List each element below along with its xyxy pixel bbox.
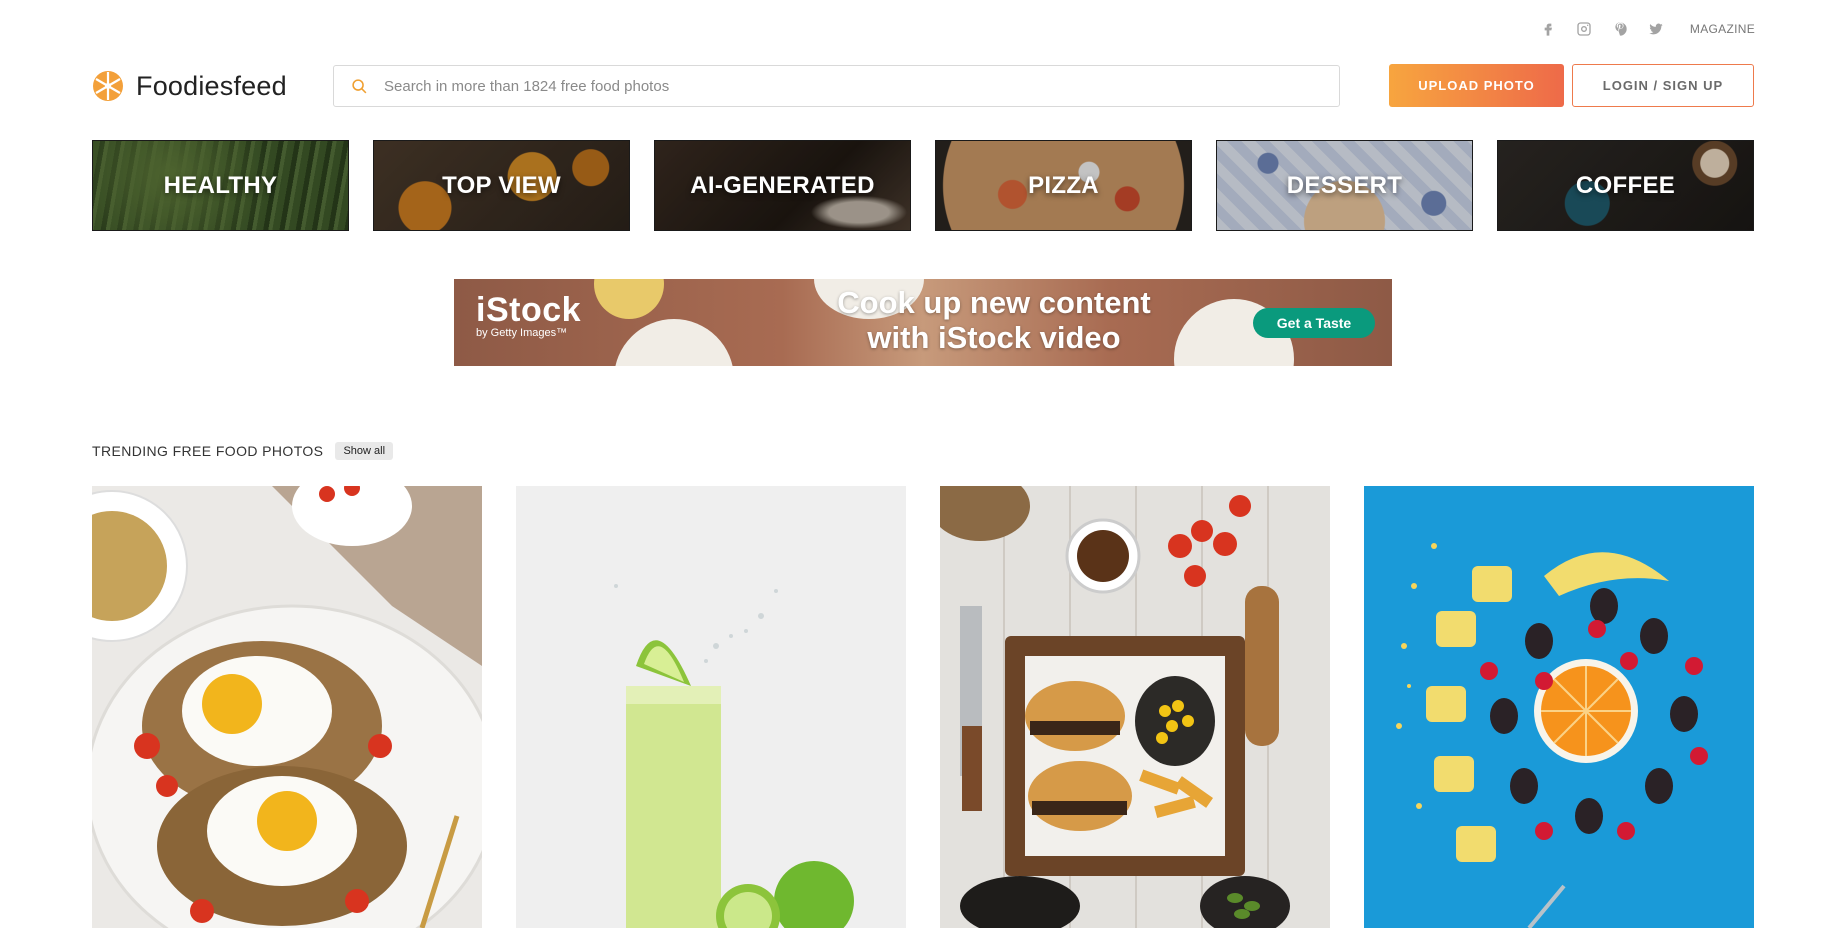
istock-logo: iStock by Getty Images™ [476,293,581,339]
category-label: HEALTHY [163,171,278,199]
photo-eggs-toast-image [92,486,482,928]
category-label: DESSERT [1286,171,1403,199]
search-icon[interactable] [334,66,384,106]
istock-logo-text: iStock [476,291,582,329]
category-pizza[interactable]: PIZZA [935,140,1192,231]
category-dessert[interactable]: DESSERT [1216,140,1473,231]
category-tiles: HEALTHY TOP VIEW AI-GENERATED PIZZA DESS… [92,140,1754,231]
trending-title: TRENDING FREE FOOD PHOTOS [92,443,324,459]
category-healthy[interactable]: HEALTHY [92,140,349,231]
photo-burger-board[interactable] [940,486,1330,928]
istock-ad-banner[interactable]: iStock by Getty Images™ Cook up new cont… [454,279,1392,366]
banner-plate-image [594,279,664,319]
category-label: TOP VIEW [442,171,561,199]
show-all-button[interactable]: Show all [335,442,394,460]
trending-header: TRENDING FREE FOOD PHOTOS Show all [92,442,394,460]
upload-photo-button[interactable]: UPLOAD PHOTO [1389,64,1564,107]
photo-green-juice-image [516,486,906,928]
instagram-icon[interactable] [1574,19,1594,39]
photo-fruit-composition[interactable] [1364,486,1754,928]
trending-photo-grid [92,486,1754,928]
photo-burger-board-image [940,486,1330,928]
banner-headline-line-2: with iStock video [867,320,1121,355]
category-label: AI-GENERATED [690,171,875,199]
category-ai-generated[interactable]: AI-GENERATED [654,140,911,231]
logo-text: Foodiesfeed [136,70,287,101]
category-label: COFFEE [1575,171,1676,199]
facebook-icon[interactable] [1538,19,1558,39]
banner-headline: Cook up new content with iStock video [804,285,1184,355]
photo-eggs-toast[interactable] [92,486,482,928]
banner-headline-line-1: Cook up new content [837,285,1151,320]
category-coffee[interactable]: COFFEE [1497,140,1754,231]
login-signup-button[interactable]: LOGIN / SIGN UP [1572,64,1754,107]
istock-logo-subtext: by Getty Images™ [476,327,568,339]
category-top-view[interactable]: TOP VIEW [373,140,630,231]
photo-fruit-composition-image [1364,486,1754,928]
banner-plate-image [614,319,734,366]
search-bar[interactable] [333,65,1340,107]
magazine-link[interactable]: MAGAZINE [1690,22,1755,36]
twitter-icon[interactable] [1646,19,1666,39]
search-input[interactable] [384,67,1339,105]
logo-icon [93,71,123,101]
category-label: PIZZA [1028,171,1099,199]
site-logo[interactable]: Foodiesfeed [92,70,287,102]
top-utility-bar: MAGAZINE [1538,18,1755,40]
get-a-taste-button[interactable]: Get a Taste [1253,308,1375,338]
pinterest-icon[interactable] [1610,19,1630,39]
photo-green-juice[interactable] [516,486,906,928]
